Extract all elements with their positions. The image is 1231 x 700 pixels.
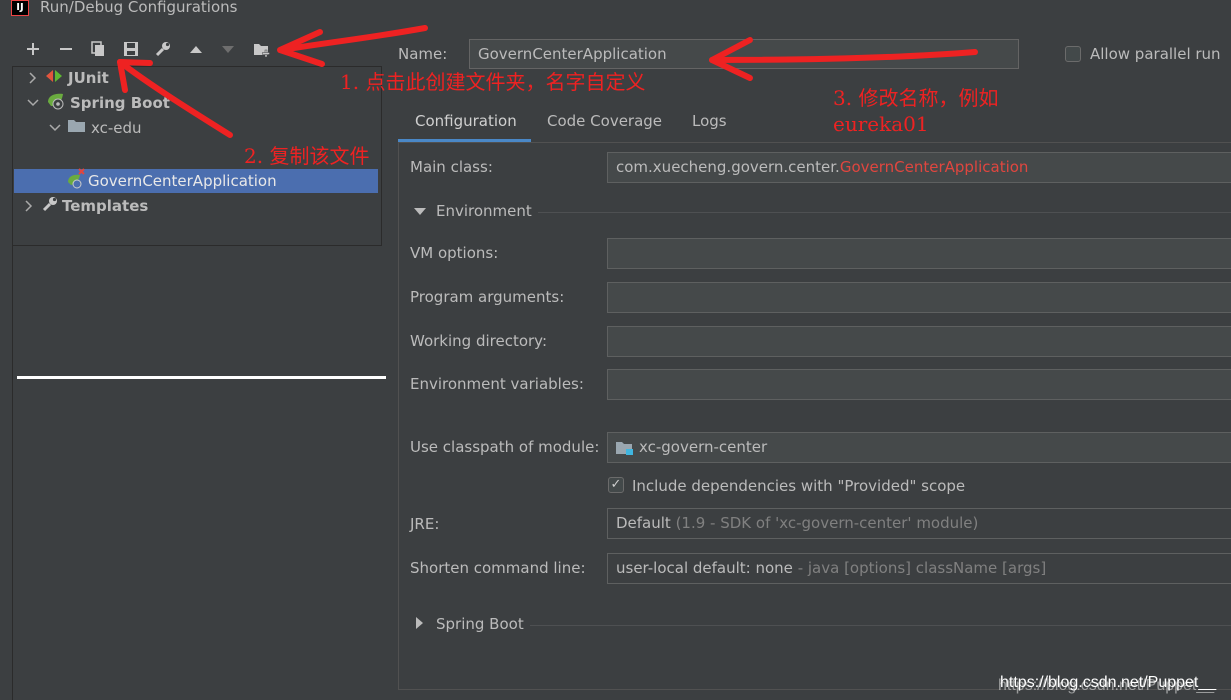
annotation-1: 1. 点击此创建文件夹，名字自定义 [340,70,646,94]
annotation-arrows [117,25,978,138]
arrow-3-shaft [709,49,978,63]
annotation-2: 2. 复制该文件 [244,144,370,168]
annotation-3-line1: 3. 修改名称，例如 [833,86,999,110]
annotation-3-line2: eureka01 [833,112,929,136]
arrow-2-shaft [117,59,233,138]
watermark: https://blog.csdn.net/Puppet__ [1000,674,1217,691]
